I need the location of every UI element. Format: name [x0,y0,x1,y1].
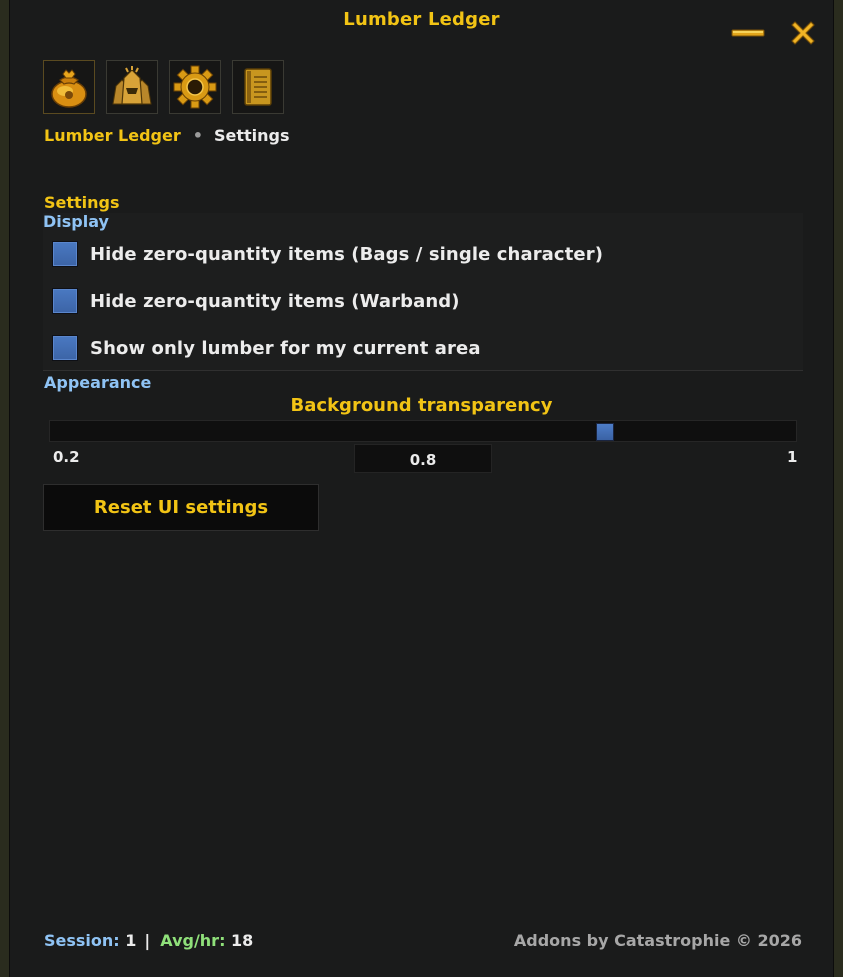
option-hide-zero-bags[interactable]: Hide zero-quantity items (Bags / single … [52,239,603,269]
transparency-slider-label: Background transparency [290,395,553,416]
option-label: Show only lumber for my current area [90,337,481,359]
tab-ledger[interactable] [43,60,95,114]
notes-icon [244,68,272,106]
option-label: Hide zero-quantity items (Warband) [90,290,460,312]
current-area-only-checkbox[interactable] [52,335,78,361]
money-bag-icon [51,69,87,108]
session-stats: Session: 1 | Avg/hr: 18 [44,931,253,950]
avg-per-hour-value: 18 [231,931,254,950]
slider-value-box[interactable]: 0.8 [354,444,492,473]
tab-notes[interactable] [232,60,284,114]
addon-credit: Addons by Catastrophie © 2026 [513,931,802,950]
breadcrumb-current: Settings [213,126,290,145]
reset-ui-settings-button[interactable]: Reset UI settings [43,484,319,531]
close-icon [791,21,815,45]
window-title: Lumber Ledger [343,9,500,30]
settings-section-title: Settings [44,193,120,212]
display-section-title: Display [43,212,109,231]
session-label: Session: [44,931,120,950]
avg-per-hour-label: Avg/hr: [160,931,226,950]
addon-window: Lumber Ledger Lumber Ledger • Settings S… [10,0,833,977]
option-current-area-only[interactable]: Show only lumber for my current area [52,333,481,363]
gear-icon [173,65,217,109]
option-label: Hide zero-quantity items (Bags / single … [90,243,604,265]
close-button[interactable] [788,18,824,48]
appearance-section-title: Appearance [44,373,152,392]
minimize-icon [731,29,765,37]
breadcrumb: Lumber Ledger • Settings [44,126,289,145]
transparency-slider[interactable] [49,420,797,442]
slider-thumb[interactable] [596,423,614,441]
option-hide-zero-warband[interactable]: Hide zero-quantity items (Warband) [52,286,460,316]
hide-zero-bags-checkbox[interactable] [52,241,78,267]
slider-max-label: 1 [787,448,798,466]
tab-settings[interactable] [169,60,221,114]
slider-min-label: 0.2 [53,448,80,466]
stats-separator: | [144,931,151,950]
breadcrumb-separator: • [192,126,203,145]
hide-zero-warband-checkbox[interactable] [52,288,78,314]
minimize-button[interactable] [730,18,766,48]
breadcrumb-home-link[interactable]: Lumber Ledger [44,126,181,145]
session-value: 1 [125,931,137,950]
tab-warband[interactable] [106,60,158,114]
warband-helmets-icon [112,66,152,105]
